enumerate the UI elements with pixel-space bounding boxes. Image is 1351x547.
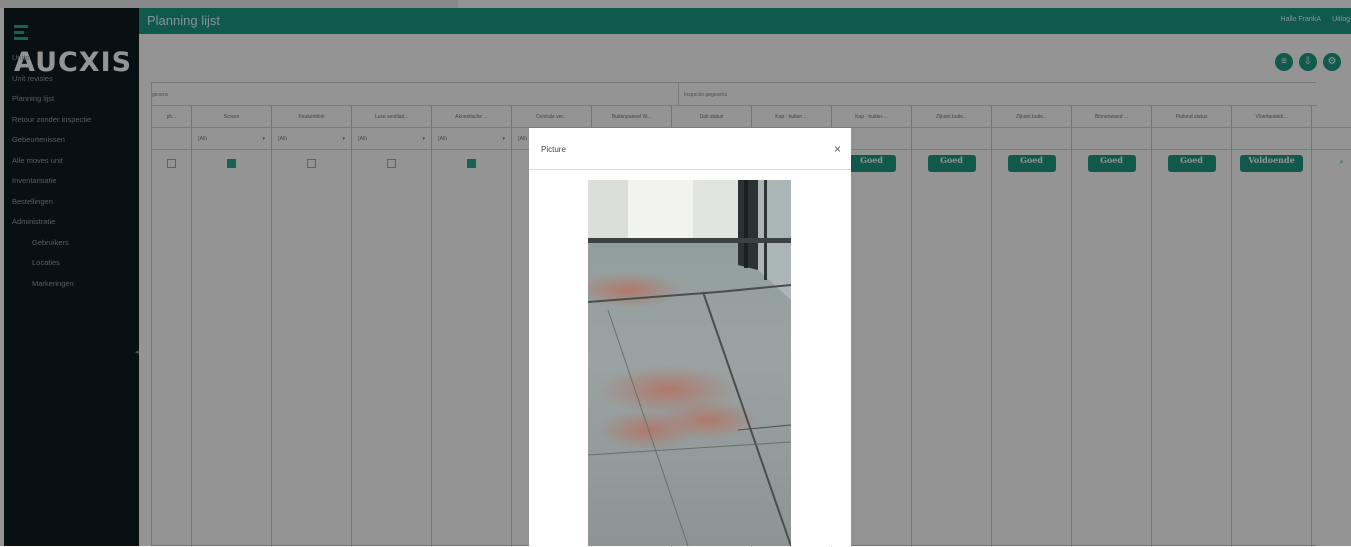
app-window: AUCXIS Units Unit revisies Planning lijs…: [0, 0, 1351, 547]
picture-dialog: Picture ×: [529, 128, 851, 546]
close-icon[interactable]: ×: [834, 142, 841, 156]
inspection-photo: [588, 180, 791, 546]
dialog-divider: [529, 169, 851, 170]
dialog-title: Picture: [541, 145, 566, 154]
